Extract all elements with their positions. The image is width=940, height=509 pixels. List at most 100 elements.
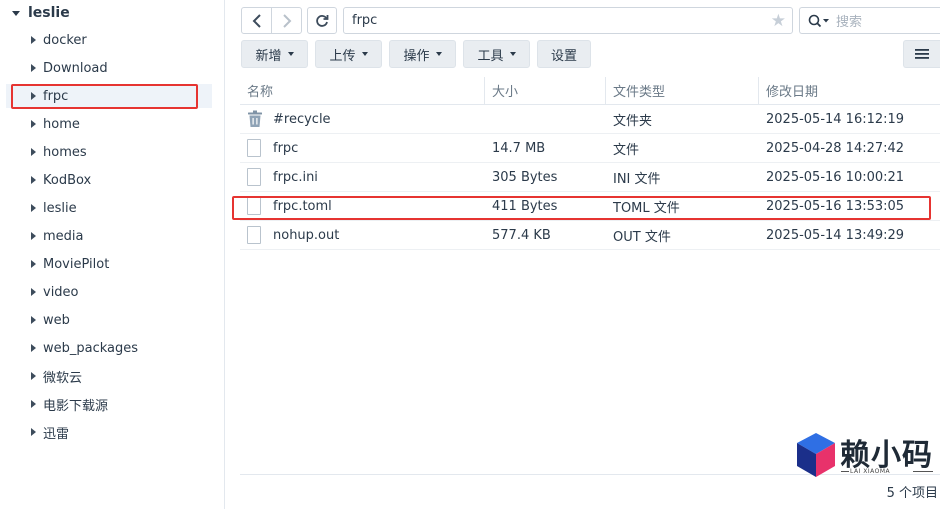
file-name: frpc.ini: [273, 169, 318, 185]
file-name: nohup.out: [273, 227, 340, 243]
table-row[interactable]: #recycle 文件夹 2025-05-14 16:12:19: [240, 105, 940, 134]
tree-item-homes[interactable]: homes: [0, 140, 212, 164]
refresh-button[interactable]: [307, 7, 337, 34]
action-button[interactable]: 操作: [389, 40, 456, 68]
column-header-size[interactable]: 大小: [485, 76, 606, 105]
caret-right-icon[interactable]: [31, 176, 36, 184]
caret-right-icon[interactable]: [31, 428, 36, 436]
size-cell: 305 Bytes: [492, 169, 558, 185]
tree-item-video[interactable]: video: [0, 280, 212, 304]
caret-right-icon[interactable]: [31, 120, 36, 128]
star-icon[interactable]: ★: [771, 11, 786, 31]
file-icon: [247, 226, 261, 244]
watermark-rule-right: [913, 471, 933, 472]
cube-logo-icon: [797, 433, 835, 477]
name-cell: frpc.ini: [240, 168, 485, 186]
new-button[interactable]: 新增: [241, 40, 308, 68]
caret-down-icon[interactable]: [12, 10, 20, 16]
back-button[interactable]: [242, 8, 271, 33]
caret-right-icon[interactable]: [31, 288, 36, 296]
tree-item-web-packages[interactable]: web_packages: [0, 336, 212, 360]
tree-item-label: 电影下载源: [43, 398, 109, 414]
tree-item-moviepilot[interactable]: MoviePilot: [0, 252, 212, 276]
path-input[interactable]: frpc ★: [343, 7, 793, 34]
search-placeholder: 搜索: [836, 15, 863, 30]
tree-item-home[interactable]: home: [0, 112, 212, 136]
caret-right-icon[interactable]: [31, 64, 36, 72]
caret-right-icon[interactable]: [31, 36, 36, 44]
tree-item-download[interactable]: Download: [0, 56, 212, 80]
column-header-type[interactable]: 文件类型: [606, 76, 759, 105]
file-station-window: leslie docker Download frpc home homes K…: [0, 0, 940, 509]
forward-button[interactable]: [271, 8, 301, 33]
type-cell: 文件: [613, 142, 640, 158]
watermark-subtitle: LAI XIAOMA: [850, 468, 891, 475]
trash-icon: [248, 110, 262, 127]
tools-button-label: 工具: [477, 48, 504, 64]
caret-right-icon[interactable]: [31, 372, 36, 380]
column-header-name[interactable]: 名称: [240, 76, 485, 105]
file-name: frpc: [273, 140, 299, 156]
tree-item-media[interactable]: media: [0, 224, 212, 248]
dropdown-caret-icon: [435, 52, 442, 56]
tree-item-weiruanyun[interactable]: 微软云: [0, 364, 212, 388]
column-header-date[interactable]: 修改日期: [759, 77, 940, 105]
file-list-table: 名称 大小 文件类型 修改日期 #recycle 文件夹 2025-05-14 …: [240, 76, 940, 250]
tree-item-label: web: [43, 312, 70, 328]
tree-root-leslie[interactable]: leslie: [12, 4, 70, 22]
caret-right-icon[interactable]: [31, 204, 36, 212]
new-button-label: 新增: [255, 48, 282, 64]
tree-root-label: leslie: [28, 5, 70, 21]
action-button-label: 操作: [403, 48, 430, 64]
caret-right-icon[interactable]: [31, 232, 36, 240]
caret-right-icon[interactable]: [31, 400, 36, 408]
type-cell: INI 文件: [613, 171, 661, 187]
dropdown-caret-icon: [361, 52, 368, 56]
type-cell: OUT 文件: [613, 229, 671, 245]
table-row[interactable]: frpc.ini 305 Bytes INI 文件 2025-05-16 10:…: [240, 163, 940, 192]
highlight-box-frpc-folder: [11, 84, 198, 109]
dropdown-caret-icon: [509, 52, 516, 56]
tree-item-label: 微软云: [43, 370, 83, 386]
settings-button[interactable]: 设置: [537, 40, 591, 68]
tree-item-xunlei[interactable]: 迅雷: [0, 420, 212, 444]
file-icon: [247, 168, 261, 186]
tree-item-label: MoviePilot: [43, 256, 110, 272]
list-view-icon: [915, 49, 929, 59]
tree-item-web[interactable]: web: [0, 308, 212, 332]
dropdown-caret-icon: [287, 52, 294, 56]
tree-item-label: KodBox: [43, 172, 92, 188]
item-count: 5 个项目: [886, 486, 938, 501]
date-cell: 2025-05-14 16:12:19: [766, 111, 905, 127]
caret-right-icon[interactable]: [31, 260, 36, 268]
refresh-icon: [316, 14, 329, 27]
name-cell: #recycle: [240, 110, 485, 128]
view-mode-button[interactable]: [903, 40, 940, 68]
caret-right-icon[interactable]: [31, 148, 36, 156]
table-row[interactable]: nohup.out 577.4 KB OUT 文件 2025-05-14 13:…: [240, 221, 940, 250]
size-cell: 577.4 KB: [492, 227, 551, 243]
tree-item-label: docker: [43, 32, 87, 48]
upload-button[interactable]: 上传: [315, 40, 382, 68]
tree-item-movie-download-source[interactable]: 电影下载源: [0, 392, 212, 416]
caret-right-icon[interactable]: [31, 316, 36, 324]
tree-item-docker[interactable]: docker: [0, 28, 212, 52]
tree-item-leslie[interactable]: leslie: [0, 196, 212, 220]
caret-right-icon[interactable]: [31, 344, 36, 352]
tree-item-label: web_packages: [43, 340, 139, 356]
search-input[interactable]: 搜索: [799, 7, 940, 34]
tree-item-label: homes: [43, 144, 87, 160]
path-text: frpc: [352, 13, 378, 28]
date-cell: 2025-04-28 14:27:42: [766, 140, 905, 156]
action-toolbar: 新增 上传 操作 工具 设置: [241, 40, 598, 68]
tools-button[interactable]: 工具: [463, 40, 530, 68]
tree-item-label: leslie: [43, 200, 77, 216]
date-cell: 2025-05-14 13:49:29: [766, 227, 905, 243]
table-row[interactable]: frpc 14.7 MB 文件 2025-04-28 14:27:42: [240, 134, 940, 163]
tree-item-kodbox[interactable]: KodBox: [0, 168, 212, 192]
chevron-right-icon: [283, 13, 292, 28]
type-cell: 文件夹: [613, 113, 653, 129]
tree-item-label: Download: [43, 60, 108, 76]
tree-item-label: media: [43, 228, 84, 244]
search-icon[interactable]: [808, 14, 830, 28]
